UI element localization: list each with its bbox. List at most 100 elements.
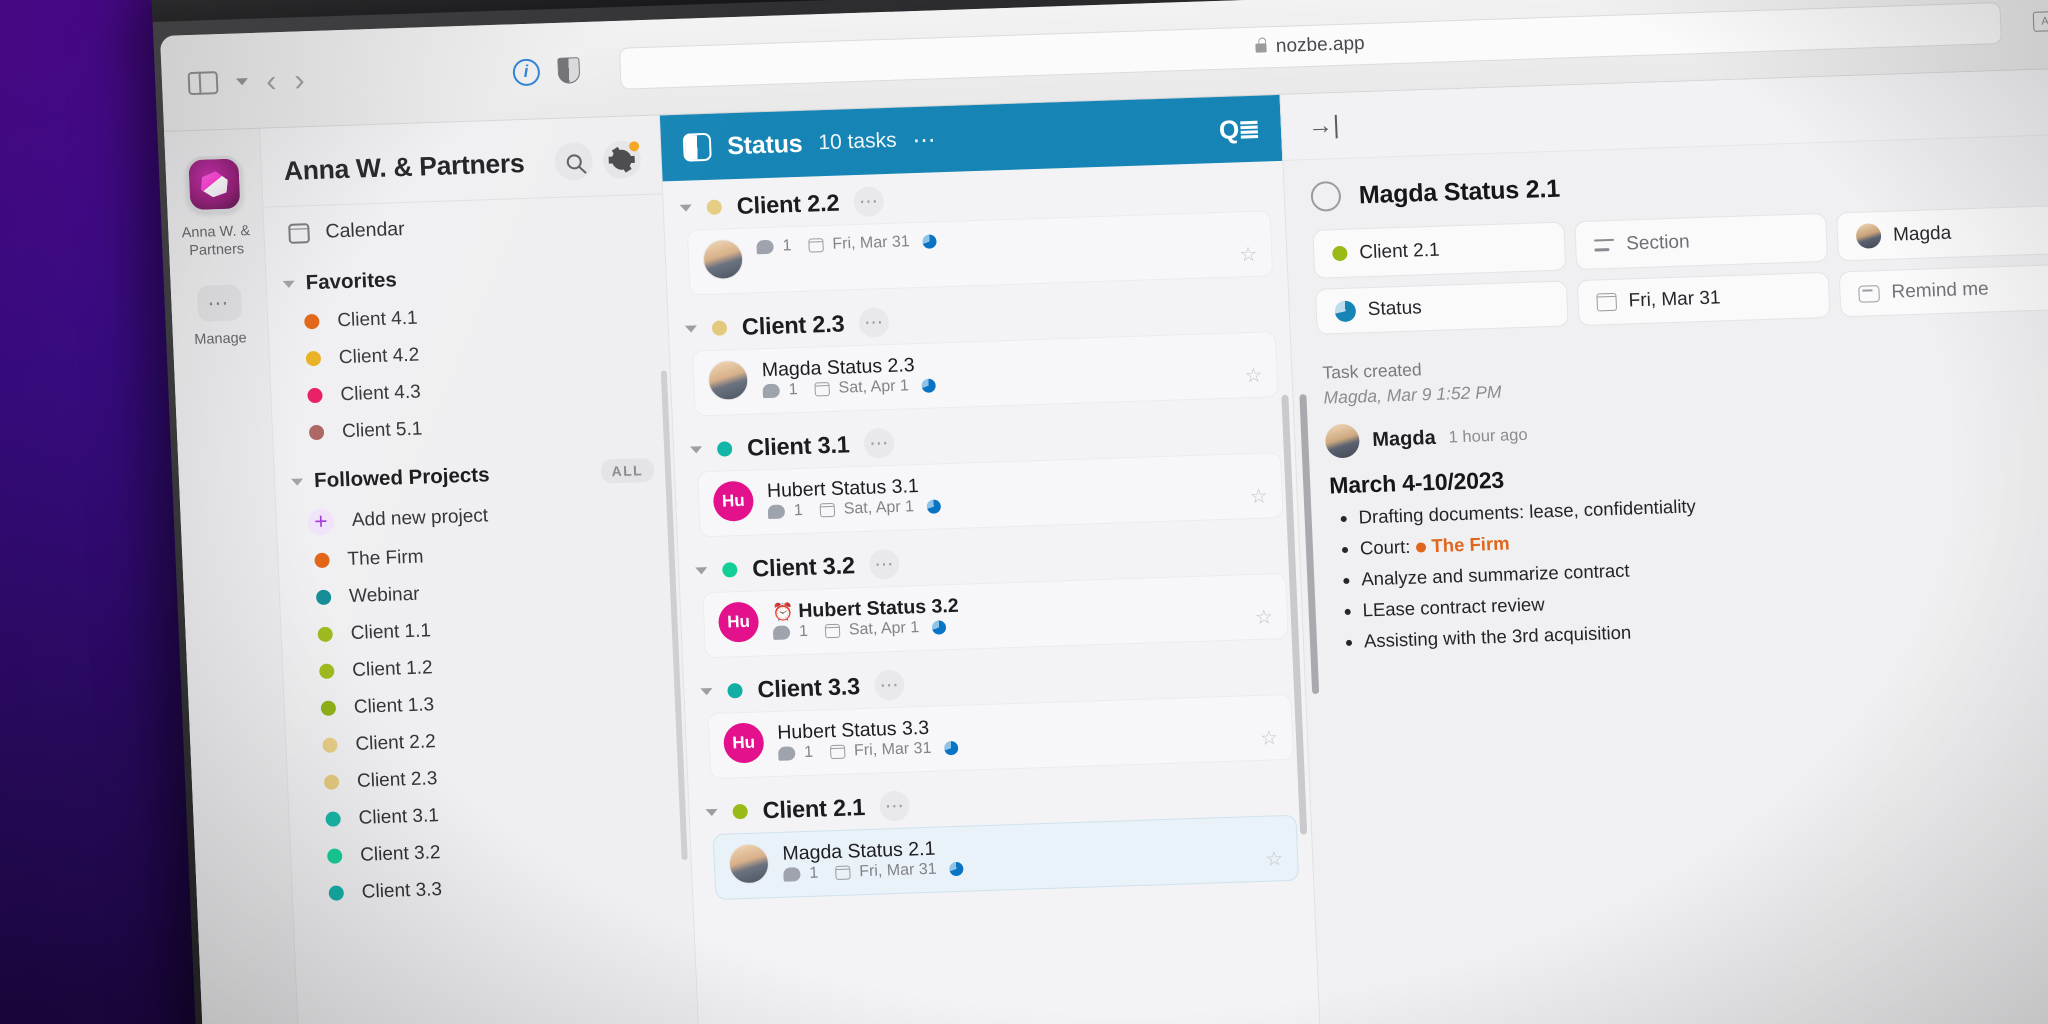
- chip-label: Client 2.1: [1358, 239, 1441, 263]
- project-dot-icon: [732, 803, 748, 819]
- followed-label: Followed Projects: [313, 463, 490, 493]
- calendar-label: Calendar: [325, 217, 406, 243]
- ellipsis-icon[interactable]: ⋯: [863, 427, 896, 459]
- chevron-down-icon: [695, 566, 708, 575]
- followed-projects-list: The Firm Webinar Client 1.1 Client 1.2 Clien…: [278, 530, 693, 913]
- calendar-icon: [829, 744, 846, 760]
- sidebar-item-label: Client 1.2: [351, 656, 433, 681]
- detail-chip-section[interactable]: Section: [1574, 212, 1829, 271]
- collapse-panel-icon[interactable]: →|: [1307, 111, 1340, 141]
- chevron-down-icon[interactable]: [235, 77, 249, 85]
- scene: ‹ › i nozbe.app A Anna W. & Partners ⋯ M…: [0, 0, 2048, 1024]
- detail-chip-status[interactable]: Status: [1314, 280, 1569, 335]
- chevron-down-icon: [684, 324, 698, 333]
- comment-icon: [777, 746, 796, 761]
- project-dot-icon: [1415, 542, 1426, 553]
- ellipsis-icon[interactable]: ⋯: [853, 186, 885, 218]
- avatar: [1855, 223, 1882, 249]
- inline-project-tag[interactable]: The Firm: [1415, 533, 1510, 557]
- reader-view-icon[interactable]: [556, 57, 581, 84]
- ellipsis-icon[interactable]: ⋯: [874, 669, 906, 701]
- comment-icon: [767, 504, 786, 520]
- favorite-star-icon[interactable]: ☆: [1249, 484, 1268, 510]
- task-checkbox-icon[interactable]: [1310, 180, 1342, 212]
- comment-icon: [783, 867, 801, 882]
- sidebar-item-label: Client 5.1: [341, 418, 423, 442]
- favorite-star-icon[interactable]: ☆: [1265, 846, 1284, 872]
- avatar: [1324, 423, 1361, 459]
- detail-chip-calendar[interactable]: Fri, Mar 31: [1576, 271, 1831, 327]
- project-dot-icon: [328, 885, 345, 901]
- info-icon[interactable]: i: [511, 57, 541, 86]
- project-dot-icon: [315, 589, 332, 606]
- ellipsis-icon[interactable]: ⋯: [912, 126, 938, 154]
- comment-time: 1 hour ago: [1448, 425, 1528, 446]
- status-icon: [931, 620, 947, 635]
- comment-count: 1: [788, 381, 798, 399]
- gear-icon[interactable]: [601, 140, 642, 180]
- add-new-project-label: Add new project: [351, 504, 489, 531]
- avatar: [702, 238, 744, 281]
- task-meta: 1 Fri, Mar 31: [756, 222, 1257, 257]
- sidebar-item-label: Client 4.2: [338, 344, 420, 368]
- project-dot-icon: [307, 387, 323, 404]
- project-dot-icon: [1332, 245, 1348, 262]
- all-badge[interactable]: ALL: [600, 457, 655, 484]
- sidebar-item-label: Client 3.2: [359, 841, 441, 866]
- project-dot-icon: [722, 561, 738, 578]
- detail-chip-reminder[interactable]: Remind me: [1838, 263, 2048, 318]
- status-icon: [926, 499, 942, 514]
- sidebar-item-label: Client 3.3: [361, 878, 443, 903]
- favorite-star-icon[interactable]: ☆: [1244, 363, 1263, 389]
- task-date: Fri, Mar 31: [858, 860, 937, 881]
- workspace-avatar[interactable]: [184, 155, 244, 214]
- project-dot-icon: [325, 811, 341, 827]
- quick-find-icon[interactable]: Q≣: [1218, 113, 1259, 145]
- extension-icon[interactable]: A: [2032, 11, 2048, 32]
- avatar: [728, 843, 770, 885]
- comment-author: Magda: [1371, 426, 1437, 451]
- search-icon[interactable]: [553, 141, 594, 181]
- calendar-icon: [819, 502, 836, 518]
- favorite-star-icon[interactable]: ☆: [1260, 725, 1279, 751]
- status-icon: [922, 234, 938, 249]
- avatar: Hu: [722, 722, 765, 764]
- sidebar-item-label: Client 1.1: [350, 619, 432, 644]
- comment-icon: [772, 625, 791, 640]
- chevron-down-icon: [679, 203, 692, 212]
- detail-chip-avatar[interactable]: Magda: [1836, 204, 2048, 262]
- ellipsis-icon[interactable]: ⋯: [858, 306, 891, 338]
- manage-label: Manage: [193, 330, 248, 349]
- ellipsis-icon[interactable]: ⋯: [869, 548, 901, 580]
- detail-chip-project-dot[interactable]: Client 2.1: [1312, 221, 1567, 279]
- comment-count: 1: [803, 743, 814, 761]
- comment-bullets: Drafting documents: lease, confidentiali…: [1328, 481, 2048, 653]
- project-dot-icon: [322, 737, 338, 753]
- favorite-star-icon[interactable]: ☆: [1254, 604, 1273, 630]
- chevron-down-icon: [282, 280, 295, 288]
- project-dot-icon: [320, 700, 337, 716]
- task-list-title: Status: [726, 129, 803, 160]
- favorite-star-icon[interactable]: ☆: [1239, 242, 1258, 268]
- project-dot-icon: [305, 350, 322, 367]
- project-dot-icon: [318, 663, 335, 680]
- sidebar-title: Anna W. & Partners: [283, 147, 525, 186]
- project-dot-icon: [308, 424, 325, 441]
- app-body: Anna W. & Partners ⋯ Manage Anna W. & Pa…: [164, 66, 2048, 1024]
- task-detail-panel: →| Magda Status 2.1 Client 2.1 Section Mag…: [1279, 66, 2048, 1024]
- task-date: Sat, Apr 1: [838, 377, 910, 397]
- address-bar[interactable]: nozbe.app: [618, 1, 2003, 90]
- back-button[interactable]: ‹: [265, 63, 277, 98]
- ellipsis-icon[interactable]: ⋯: [879, 790, 911, 822]
- avatar: Hu: [712, 480, 755, 522]
- task-group-name: Client 2.3: [741, 309, 845, 340]
- forward-button[interactable]: ›: [294, 62, 306, 97]
- calendar-icon: [835, 865, 851, 881]
- plus-icon: +: [307, 508, 335, 535]
- detail-task-title[interactable]: Magda Status 2.1: [1358, 174, 1560, 210]
- avatar: Hu: [717, 601, 760, 643]
- manage-button[interactable]: ⋯: [196, 284, 242, 323]
- lock-icon: [1255, 42, 1268, 53]
- sidebar-toggle-icon[interactable]: [187, 70, 219, 95]
- task-group-name: Client 2.2: [736, 189, 840, 219]
